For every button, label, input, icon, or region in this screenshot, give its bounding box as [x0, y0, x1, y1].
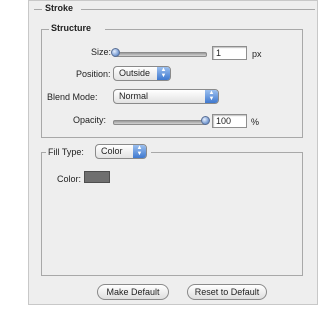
updown-arrows-icon: ▲ ▼: [205, 90, 218, 103]
blend-mode-label: Blend Mode:: [47, 92, 98, 102]
opacity-input[interactable]: 100: [212, 114, 247, 128]
blend-mode-selected: Normal: [119, 91, 149, 101]
updown-arrows-icon: ▲ ▼: [157, 67, 170, 80]
reset-default-button[interactable]: Reset to Default: [187, 284, 267, 300]
size-unit: px: [252, 49, 262, 59]
structure-box-top-left: [41, 29, 49, 30]
stroke-panel: Stroke Structure Size: 1 px Position: Ou…: [28, 0, 318, 305]
make-default-button[interactable]: Make Default: [97, 284, 169, 300]
position-select[interactable]: Outside ▲ ▼: [113, 66, 171, 81]
size-slider-knob[interactable]: [111, 48, 120, 57]
fill-box-left: [41, 152, 42, 275]
fill-type-label: Fill Type:: [48, 147, 84, 157]
size-slider[interactable]: [113, 52, 207, 57]
position-label: Position:: [76, 69, 111, 79]
structure-box-bottom: [41, 137, 303, 138]
opacity-slider-knob[interactable]: [201, 116, 210, 125]
size-input[interactable]: 1: [212, 46, 247, 60]
fill-type-select[interactable]: Color ▲ ▼: [95, 144, 147, 159]
color-swatch[interactable]: [84, 171, 110, 183]
stroke-title: Stroke: [45, 3, 74, 13]
stroke-group-line-left: [34, 9, 42, 10]
blend-mode-select[interactable]: Normal ▲ ▼: [113, 89, 219, 104]
opacity-slider[interactable]: [113, 120, 207, 125]
opacity-label: Opacity:: [73, 115, 107, 125]
position-selected: Outside: [119, 68, 151, 78]
color-label: Color:: [57, 174, 82, 184]
structure-title: Structure: [51, 23, 92, 33]
size-label: Size:: [91, 47, 112, 57]
fill-box-right: [302, 152, 303, 275]
structure-box-right: [302, 29, 303, 137]
opacity-unit: %: [251, 117, 260, 127]
structure-box-left: [41, 29, 42, 137]
updown-arrows-icon: ▲ ▼: [133, 145, 146, 158]
fill-box-bottom: [41, 275, 303, 276]
stroke-group-line-right: [81, 9, 315, 10]
structure-box-top-right: [105, 29, 302, 30]
fill-box-top-right: [151, 152, 303, 153]
fill-type-selected: Color: [101, 146, 123, 156]
